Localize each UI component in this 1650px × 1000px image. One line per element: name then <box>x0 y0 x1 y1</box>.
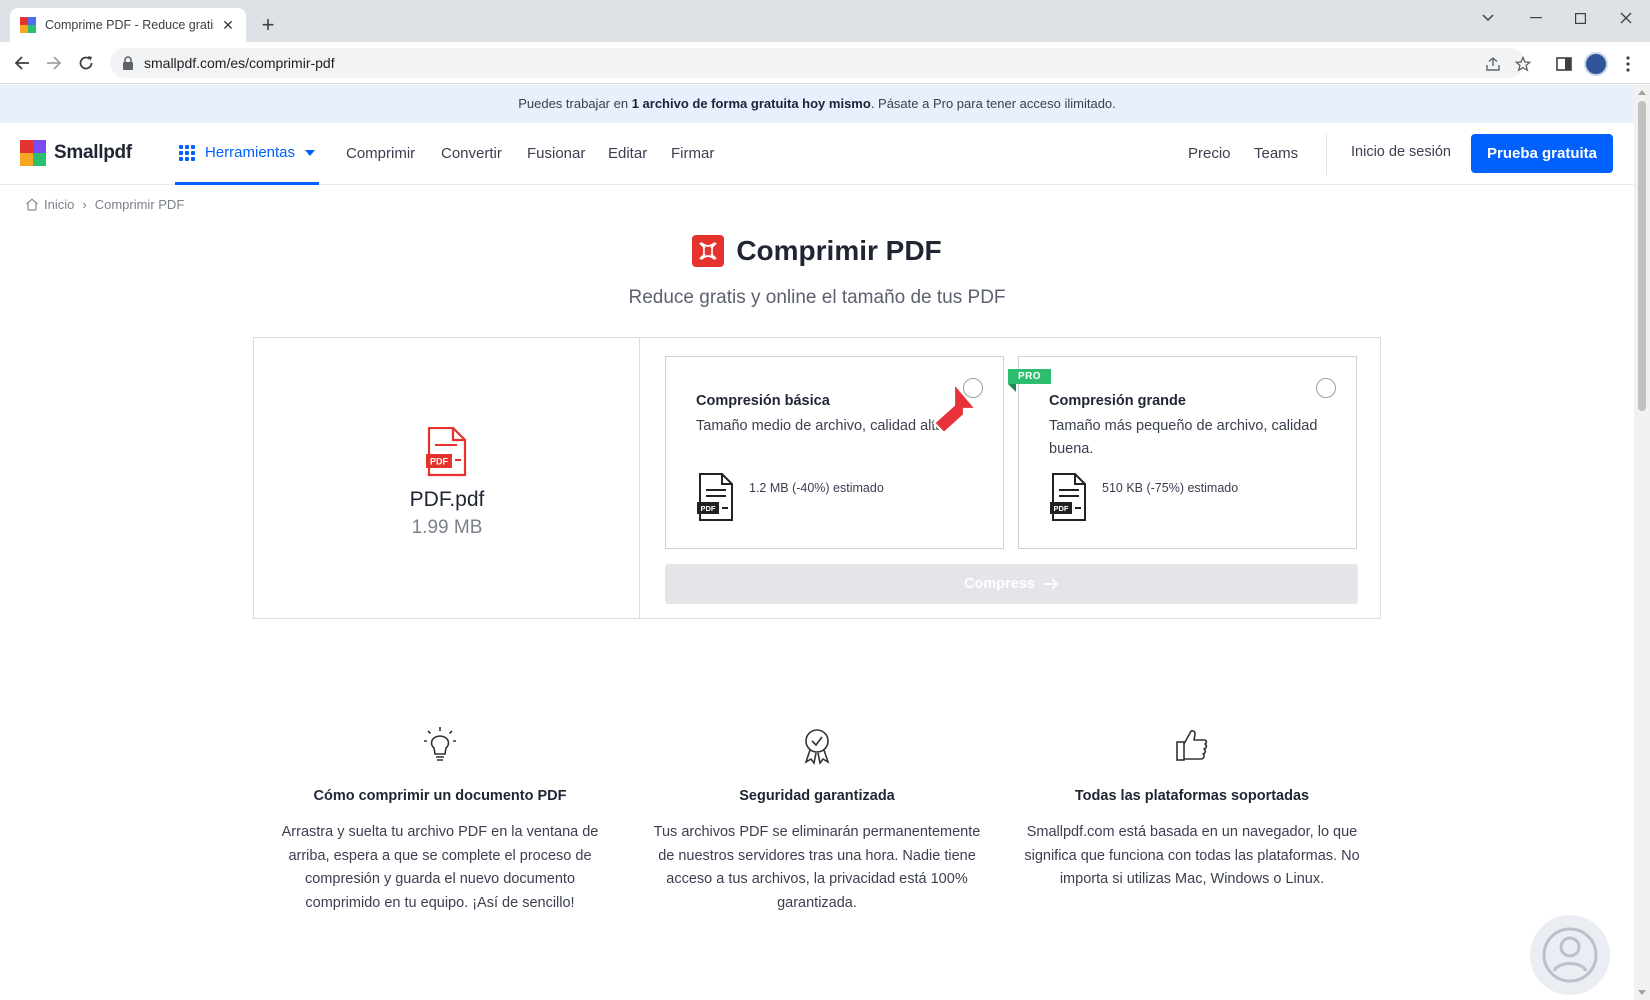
option-description: Tamaño más pequeño de archivo, calidad b… <box>1049 418 1318 457</box>
option-strong-compression[interactable]: PRO Compresión grande Tamaño más pequeño… <box>1008 356 1357 549</box>
thumbs-up-icon <box>1176 730 1208 761</box>
feature-title: Cómo comprimir un documento PDF <box>313 788 567 804</box>
breadcrumb: Inicio › Comprimir PDF <box>25 197 184 212</box>
page-title: Comprimir PDF <box>0 235 1634 267</box>
maximize-icon[interactable] <box>1562 6 1598 30</box>
new-tab-icon[interactable]: + <box>257 14 279 37</box>
pro-badge-fold <box>1008 384 1016 392</box>
pdf-document-icon-label: PDF <box>1054 504 1069 513</box>
minimize-icon[interactable] <box>1518 6 1554 30</box>
promo-banner: Puedes trabajar en 1 archivo de forma gr… <box>0 85 1634 123</box>
smallpdf-logo-icon <box>20 140 46 166</box>
feature-platforms: Todas las plataformas soportadas Smallpd… <box>1022 725 1362 892</box>
feature-how-to: Cómo comprimir un documento PDF Arrastra… <box>270 725 610 915</box>
nav-firmar[interactable]: Firmar <box>671 145 714 162</box>
profile-avatar[interactable] <box>1584 52 1608 76</box>
reload-icon[interactable] <box>74 51 98 75</box>
tab-close-icon[interactable]: ✕ <box>220 17 236 33</box>
file-size: 1.99 MB <box>411 517 483 538</box>
promo-suffix: . Pásate a Pro para tener acceso ilimita… <box>870 96 1116 111</box>
nav-editar[interactable]: Editar <box>608 145 647 162</box>
pdf-document-icon: PDF <box>1050 473 1086 521</box>
close-window-icon[interactable] <box>1608 6 1644 30</box>
arrow-right-icon <box>1043 578 1059 590</box>
tab-title: Comprime PDF - Reduce gratis y <box>45 18 214 32</box>
option-title: Compresión básica <box>696 393 830 409</box>
nav-teams[interactable]: Teams <box>1254 145 1298 162</box>
address-bar[interactable]: smallpdf.com/es/comprimir-pdf <box>110 48 1531 78</box>
pdf-file-icon: PDF <box>426 427 467 477</box>
nav-precio[interactable]: Precio <box>1188 145 1231 162</box>
scrollbar-thumb[interactable] <box>1638 101 1646 411</box>
pdf-document-icon-label: PDF <box>701 504 716 513</box>
option-estimate: 1.2 MB (-40%) estimado <box>749 481 884 495</box>
share-icon[interactable] <box>1484 55 1502 73</box>
page-heading: Comprimir PDF <box>736 235 942 266</box>
bookmark-star-icon[interactable] <box>1514 55 1532 73</box>
browser-tabstrip: Comprime PDF - Reduce gratis y ✕ + <box>0 0 1650 42</box>
uploaded-file-card: PDF PDF.pdf 1.99 MB <box>254 338 640 618</box>
scroll-down-icon[interactable] <box>1638 990 1646 995</box>
promo-prefix: Puedes trabajar en <box>518 96 632 111</box>
lightbulb-icon <box>424 727 456 761</box>
breadcrumb-home[interactable]: Inicio <box>44 197 74 212</box>
url-text: smallpdf.com/es/comprimir-pdf <box>144 55 335 71</box>
grid-icon <box>179 144 195 161</box>
page-viewport: Puedes trabajar en 1 archivo de forma gr… <box>0 85 1634 1000</box>
compress-button[interactable]: Compress <box>665 564 1358 604</box>
pro-badge: PRO <box>1008 369 1051 384</box>
login-link[interactable]: Inicio de sesión <box>1351 144 1451 160</box>
tools-label: Herramientas <box>205 144 296 161</box>
nav-comprimir[interactable]: Comprimir <box>346 145 415 162</box>
caret-down-icon <box>305 149 316 156</box>
pdf-document-icon: PDF <box>697 473 733 521</box>
award-icon <box>804 729 830 765</box>
compress-tool-icon <box>692 235 725 267</box>
lock-icon <box>123 56 133 70</box>
feature-text: Tus archivos PDF se eliminarán permanent… <box>653 824 981 911</box>
logo-text: Smallpdf <box>54 142 132 163</box>
feature-title: Seguridad garantizada <box>739 788 895 804</box>
tools-menu-button[interactable]: Herramientas <box>175 123 320 185</box>
feature-text: Arrastra y suelta tu archivo PDF en la v… <box>281 824 599 911</box>
smallpdf-favicon-icon <box>20 17 36 33</box>
header-divider <box>1326 133 1327 175</box>
strong-compression-radio[interactable] <box>1316 378 1336 398</box>
watermark-logo-icon <box>1530 915 1610 995</box>
page-subtitle: Reduce gratis y online el tamaño de tus … <box>628 287 1006 308</box>
side-panel-icon[interactable] <box>1554 54 1574 74</box>
back-icon[interactable] <box>10 51 34 75</box>
option-estimate: 510 KB (-75%) estimado <box>1102 481 1239 495</box>
home-icon <box>26 198 38 211</box>
page-scrollbar[interactable] <box>1634 85 1650 1000</box>
nav-fusionar[interactable]: Fusionar <box>527 145 585 162</box>
site-header: Smallpdf Herramientas Comprimir Converti… <box>0 123 1634 185</box>
forward-icon[interactable] <box>42 51 66 75</box>
file-name: PDF.pdf <box>409 488 485 511</box>
promo-bold: 1 archivo de forma gratuita hoy mismo <box>631 96 871 111</box>
pdf-file-icon-label: PDF <box>430 457 449 467</box>
option-title: Compresión grande <box>1049 393 1186 409</box>
pointer-arrow-icon <box>932 381 978 435</box>
feature-title: Todas las plataformas soportadas <box>1074 788 1310 804</box>
browser-tab[interactable]: Comprime PDF - Reduce gratis y ✕ <box>10 8 246 42</box>
breadcrumb-current: Comprimir PDF <box>94 197 185 212</box>
compress-button-label: Compress <box>964 576 1035 592</box>
nav-convertir[interactable]: Convertir <box>441 145 502 162</box>
browser-toolbar: smallpdf.com/es/comprimir-pdf <box>0 42 1650 84</box>
breadcrumb-separator-icon: › <box>82 197 87 212</box>
feature-security: Seguridad garantizada Tus archivos PDF s… <box>647 725 987 915</box>
scroll-up-icon[interactable] <box>1638 90 1646 95</box>
free-trial-button[interactable]: Prueba gratuita <box>1471 134 1613 173</box>
tab-search-icon[interactable] <box>1470 6 1506 30</box>
smallpdf-logo[interactable]: Smallpdf <box>20 140 132 166</box>
feature-text: Smallpdf.com está basada en un navegador… <box>1024 824 1360 887</box>
more-menu-icon[interactable] <box>1618 54 1638 74</box>
